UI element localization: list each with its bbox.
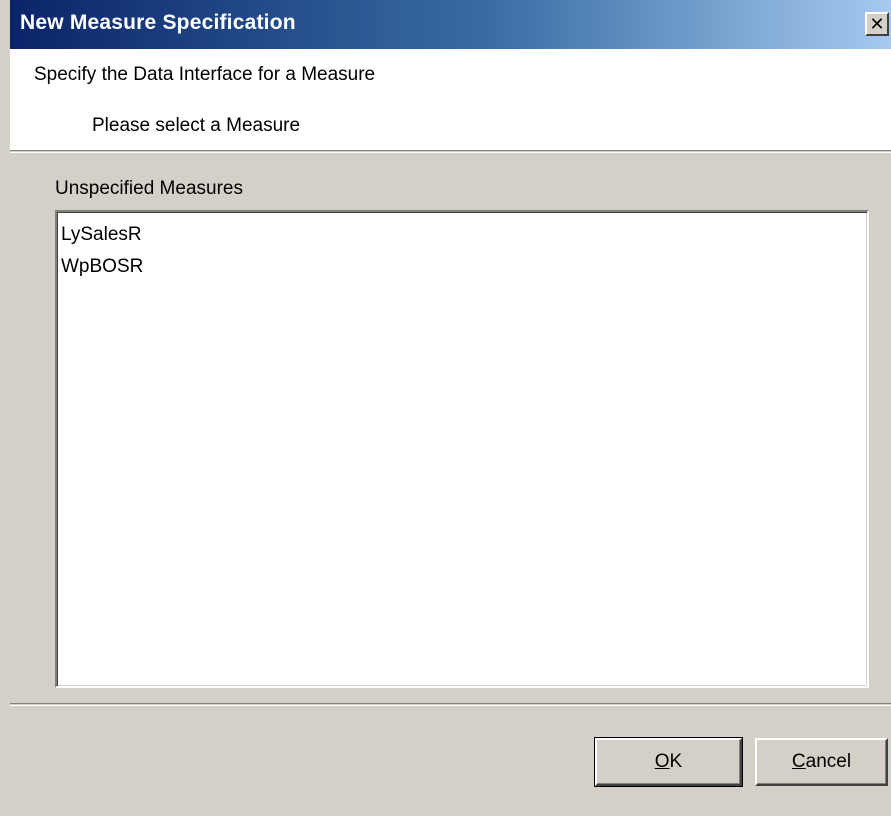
cancel-mnemonic: C xyxy=(791,751,806,772)
header-title: Specify the Data Interface for a Measure xyxy=(34,64,376,85)
footer-divider xyxy=(10,703,891,706)
ok-button[interactable]: OK xyxy=(594,737,743,787)
unspecified-measures-label: Unspecified Measures xyxy=(55,178,243,199)
window-title: New Measure Specification xyxy=(20,11,296,34)
cancel-label-rest: ancel xyxy=(805,751,852,772)
ok-mnemonic: O xyxy=(654,751,670,772)
close-icon: ✕ xyxy=(869,14,885,34)
close-button[interactable]: ✕ xyxy=(865,12,889,36)
cancel-button[interactable]: Cancel xyxy=(755,738,888,786)
header-subtitle: Please select a Measure xyxy=(92,115,301,136)
list-item[interactable]: WpBOSR xyxy=(59,252,865,284)
list-item[interactable]: LySalesR xyxy=(59,220,865,252)
dialog-window: New Measure Specification ✕ Specify the … xyxy=(0,0,891,816)
unspecified-measures-listbox[interactable]: LySalesR WpBOSR xyxy=(55,210,869,688)
title-bar[interactable]: New Measure Specification ✕ xyxy=(10,0,891,49)
ok-label-rest: K xyxy=(669,751,683,772)
header-divider xyxy=(10,150,891,153)
